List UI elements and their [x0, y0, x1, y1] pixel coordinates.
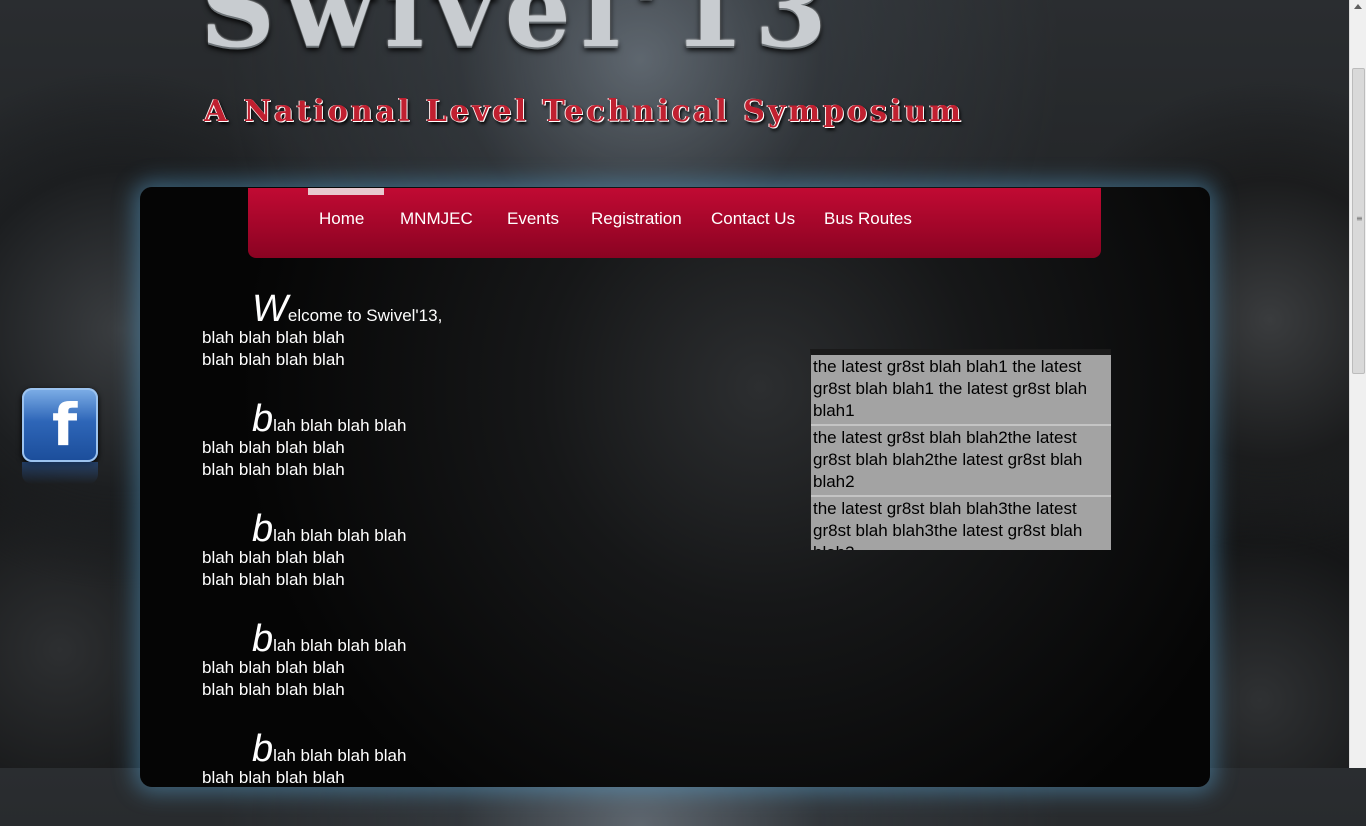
scrollbar-thumb[interactable]: ≡: [1352, 68, 1365, 374]
nav-item-mnmjec[interactable]: MNMJEC: [400, 209, 473, 229]
paragraph-line: blah blah blah blah: [202, 680, 345, 699]
paragraph-line: lah blah blah blah: [273, 526, 407, 545]
drop-cap: b: [252, 398, 274, 440]
paragraph-line: blah blah blah blah: [202, 548, 345, 567]
site-logo: Swivel'13: [200, 0, 837, 71]
paragraph-line: blah blah blah blah: [202, 658, 345, 677]
welcome-text: Welcome to Swivel'13, blah blah blah bla…: [202, 290, 562, 826]
grip-icon: ≡: [1356, 214, 1363, 223]
scroll-up-arrow-icon[interactable]: [1354, 4, 1362, 9]
nav-item-bus-routes[interactable]: Bus Routes: [824, 209, 912, 229]
welcome-paragraph: blah blah blah blah blah blah blah blah: [202, 730, 562, 789]
welcome-paragraph: blah blah blah blah blah blah blah blah …: [202, 620, 562, 701]
nav-item-events[interactable]: Events: [507, 209, 559, 229]
paragraph-line: blah blah blah blah: [202, 768, 345, 787]
nav-item-home[interactable]: Home: [319, 209, 364, 229]
paragraph-line: lah blah blah blah: [273, 416, 407, 435]
paragraph-line: lah blah blah blah: [273, 636, 407, 655]
nav-item-contact-us[interactable]: Contact Us: [711, 209, 795, 229]
facebook-link[interactable]: f: [22, 388, 98, 462]
news-item: the latest gr8st blah blah2the latest gr…: [811, 426, 1111, 497]
paragraph-line: blah blah blah blah: [202, 350, 345, 369]
drop-cap: b: [252, 728, 274, 770]
vertical-scrollbar[interactable]: ≡: [1349, 0, 1366, 768]
drop-cap: b: [252, 618, 274, 660]
facebook-icon-reflection: [22, 462, 98, 484]
nav-item-registration[interactable]: Registration: [591, 209, 682, 229]
header-banner: Swivel'13 A National Level Technical Sym…: [190, 0, 1200, 190]
news-item: the latest gr8st blah blah1 the latest g…: [811, 355, 1111, 426]
paragraph-line: blah blah blah blah: [202, 328, 345, 347]
paragraph-line: blah blah blah blah: [202, 460, 345, 479]
site-tagline: A National Level Technical Symposium: [204, 94, 964, 129]
welcome-paragraph: Welcome to Swivel'13, blah blah blah bla…: [202, 290, 562, 371]
paragraph-line: lah blah blah blah: [273, 746, 407, 765]
active-tab-indicator: [308, 188, 384, 195]
main-navigation: Home MNMJEC Events Registration Contact …: [248, 188, 1101, 258]
welcome-paragraph: blah blah blah blah blah blah blah blah …: [202, 400, 562, 481]
paragraph-line: blah blah blah blah: [202, 570, 345, 589]
news-item: the latest gr8st blah blah3the latest gr…: [811, 497, 1111, 550]
drop-cap: b: [252, 508, 274, 550]
facebook-icon: f: [52, 391, 78, 459]
paragraph-line: blah blah blah blah: [202, 438, 345, 457]
news-ticker[interactable]: the latest gr8st blah blah1 the latest g…: [810, 349, 1111, 550]
paragraph-line: elcome to Swivel'13,: [287, 306, 443, 325]
welcome-paragraph: blah blah blah blah blah blah blah blah …: [202, 510, 562, 591]
drop-cap: W: [252, 288, 288, 330]
